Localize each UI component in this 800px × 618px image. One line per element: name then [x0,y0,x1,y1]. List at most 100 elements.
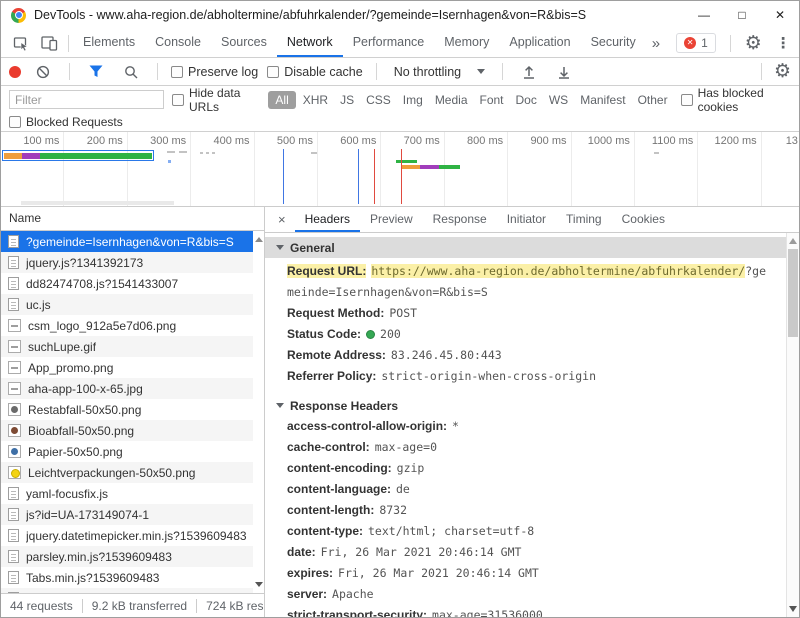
search-icon[interactable] [118,58,144,85]
request-url-row: Request URL:https://www.aha-region.de/ab… [265,261,770,303]
scroll-down-icon[interactable] [255,582,263,587]
request-row[interactable]: Leichtverpackungen-50x50.png [1,462,264,483]
window-title: DevTools - www.aha-region.de/abholtermin… [34,8,685,22]
type-filter-pill[interactable]: Media [430,91,473,109]
error-badge[interactable]: ✕ 1 [676,33,716,53]
export-har-icon[interactable] [551,58,577,85]
request-name: js?id=UA-173149074-1 [26,508,149,522]
scrollbar-thumb[interactable] [788,249,798,337]
request-name: csm_logo_912a5e7d06.png [28,319,176,333]
waterfall-bar [396,160,417,163]
type-filter-pill[interactable]: JS [335,91,359,109]
request-row[interactable]: jquery.js?1341392173 [1,252,264,273]
response-header-row: strict-transport-security:max-age=315360… [265,605,785,617]
type-filter-pill[interactable]: XHR [298,91,333,109]
network-overview[interactable]: 100 ms 200 ms 300 ms 400 ms 500 ms 600 m… [1,132,799,207]
waterfall-bar [200,152,203,154]
panel-tab[interactable]: Sources [211,29,277,57]
request-row[interactable]: uc.js [1,294,264,315]
inspect-element-icon[interactable] [7,29,35,57]
panel-tab[interactable]: Elements [73,29,145,57]
file-icon [8,550,19,563]
has-blocked-cookies-checkbox[interactable] [681,94,693,106]
panel-tab[interactable]: Memory [434,29,499,57]
request-row[interactable]: yaml-focusfix.js [1,483,264,504]
type-filter-pill[interactable]: WS [544,91,573,109]
type-filter-pill[interactable]: Font [475,91,509,109]
has-blocked-cookies-label: Has blocked cookies [698,86,791,114]
request-row[interactable]: Bioabfall-50x50.png [1,420,264,441]
scroll-down-icon[interactable] [789,606,797,612]
request-row[interactable] [1,588,264,593]
blocked-requests-checkbox[interactable] [9,116,21,128]
type-filter-pill[interactable]: Manifest [575,91,630,109]
request-row[interactable]: parsley.min.js?1539609483 [1,546,264,567]
devtools-window: DevTools - www.aha-region.de/abholtermin… [0,0,800,618]
details-tab[interactable]: Headers [295,207,360,232]
details-tab[interactable]: Cookies [612,207,675,232]
panel-tab[interactable]: Application [499,29,580,57]
record-button[interactable] [9,66,21,78]
panel-tab[interactable]: Performance [343,29,435,57]
referrer-policy-row: Referrer Policy:strict-origin-when-cross… [265,366,785,387]
type-filter-pill[interactable]: Img [398,91,428,109]
device-toolbar-icon[interactable] [35,29,64,57]
request-row[interactable]: suchLupe.gif [1,336,264,357]
request-row[interactable]: Papier-50x50.png [1,441,264,462]
type-filter-pill[interactable]: Other [633,91,673,109]
request-row[interactable]: Restabfall-50x50.png [1,399,264,420]
details-tab[interactable]: Response [423,207,497,232]
disable-cache-checkbox[interactable] [267,66,279,78]
type-filter-pill[interactable]: Doc [511,91,542,109]
type-filter-pill[interactable]: All [268,91,295,109]
details-tab[interactable]: Initiator [497,207,556,232]
response-header-row: cache-control:max-age=0 [265,437,785,458]
maximize-button[interactable]: □ [723,1,761,29]
panel-tab[interactable]: Console [145,29,211,57]
name-column-header[interactable]: Name [1,207,264,231]
request-row[interactable]: dd82474708.js?1541433007 [1,273,264,294]
request-row[interactable]: jquery.datetimepicker.min.js?1539609483 [1,525,264,546]
panel-tab[interactable]: Security [581,29,646,57]
settings-gear-icon[interactable]: ⚙ [745,34,762,53]
hide-data-urls-checkbox[interactable] [172,94,184,106]
request-row[interactable]: App_promo.png [1,357,264,378]
waterfall-bar [179,151,187,153]
request-row[interactable]: csm_logo_912a5e7d06.png [1,315,264,336]
preserve-log-checkbox[interactable] [171,66,183,78]
panel-tab[interactable]: Network [277,29,343,57]
details-tab[interactable]: Timing [556,207,612,232]
close-details-icon[interactable]: × [269,212,295,227]
response-headers-section-header[interactable]: Response Headers [265,395,785,416]
divider [376,63,377,80]
requests-scrollbar[interactable] [253,231,264,593]
details-tab[interactable]: Preview [360,207,423,232]
file-icon [8,361,21,374]
more-tabs-icon[interactable]: » [646,35,666,52]
throttling-select[interactable]: No throttling [390,65,489,79]
close-button[interactable]: ✕ [761,1,799,29]
file-icon [8,277,19,290]
request-name: ?gemeinde=Isernhagen&von=R&bis=S [26,235,234,249]
filter-input[interactable] [9,90,164,109]
scroll-up-icon[interactable] [789,238,797,244]
details-scrollbar[interactable] [786,233,799,617]
more-options-icon[interactable]: ⋮ [772,34,795,52]
panel-tabs: Elements Console Sources Network Perform… [73,29,646,57]
import-har-icon[interactable] [516,58,542,85]
request-row[interactable]: Tabs.min.js?1539609483 [1,567,264,588]
title-bar: DevTools - www.aha-region.de/abholtermin… [1,1,799,29]
request-row[interactable]: aha-app-100-x-65.jpg [1,378,264,399]
type-filter-pill[interactable]: CSS [361,91,396,109]
general-section-header[interactable]: General [265,237,799,258]
response-headers-list: access-control-allow-origin:* cache-cont… [265,416,785,617]
network-settings-gear-icon[interactable]: ⚙ [774,62,791,81]
request-row[interactable]: js?id=UA-173149074-1 [1,504,264,525]
filter-funnel-icon[interactable] [83,58,109,85]
minimize-button[interactable]: — [685,1,723,29]
status-code-row: Status Code:200 [265,324,785,345]
has-blocked-cookies-group: Has blocked cookies [681,86,791,114]
clear-icon[interactable] [30,58,56,85]
request-row[interactable]: ?gemeinde=Isernhagen&von=R&bis=S [1,231,264,252]
scroll-up-icon[interactable] [255,237,263,242]
